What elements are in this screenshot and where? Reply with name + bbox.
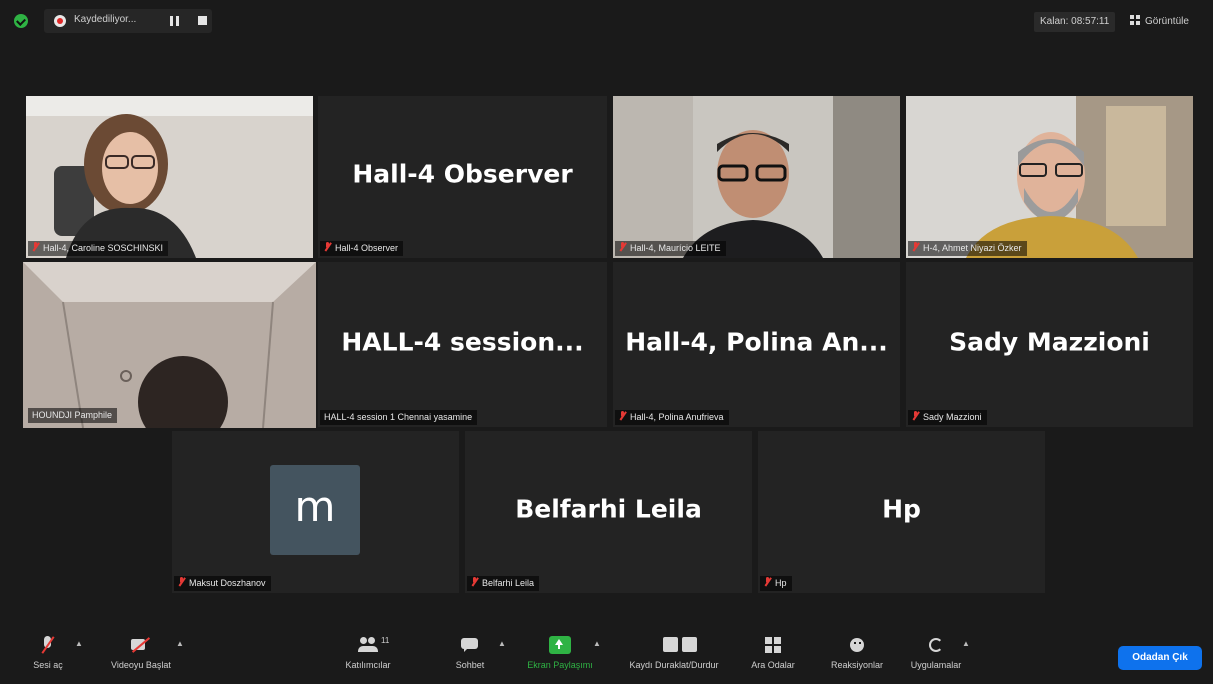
participant-name: HOUNDJI Pamphile — [32, 410, 113, 420]
video-tile[interactable]: HALL-4 session... HALL-4 session 1 Chenn… — [318, 262, 607, 427]
participants-count: 11 — [381, 636, 390, 645]
share-screen-icon — [549, 636, 571, 654]
avatar: m — [270, 465, 360, 555]
participant-name-label: Hall-4, Polina Anufrieva — [615, 410, 729, 425]
apps-icon — [925, 636, 947, 654]
video-tile[interactable]: m Maksut Doszhanov — [172, 431, 459, 593]
video-off-icon — [130, 636, 152, 654]
participant-name: HALL-4 session 1 Chennai yasamine — [324, 412, 473, 422]
participant-name: Belfarhi Leila — [482, 578, 535, 588]
chat-options-chevron-icon[interactable]: ▲ — [498, 639, 506, 648]
audio-options-chevron-icon[interactable]: ▲ — [75, 639, 83, 648]
breakout-rooms-label: Ara Odalar — [751, 660, 795, 670]
video-tile[interactable]: Hall-4, Polina An... Hall-4, Polina Anuf… — [613, 262, 900, 427]
participant-display-name: Hall-4, Polina An... — [625, 327, 888, 357]
participant-name: H-4, Ahmet Niyazi Özker — [923, 243, 1022, 253]
unmute-label: Sesi aç — [33, 660, 63, 670]
stop-recording-icon[interactable] — [198, 16, 207, 25]
chat-label: Sohbet — [455, 660, 485, 670]
video-tile[interactable]: Sady Mazzioni Sady Mazzioni — [906, 262, 1193, 427]
breakout-rooms-icon — [762, 636, 784, 654]
muted-mic-icon — [912, 242, 919, 252]
participant-name-label: HALL-4 session 1 Chennai yasamine — [320, 410, 478, 425]
video-tile-active-speaker[interactable]: HOUNDJI Pamphile — [23, 262, 316, 428]
participant-name-label: Hp — [760, 576, 792, 591]
muted-mic-icon — [178, 577, 185, 587]
meeting-top-bar: Kaydediliyor... Kalan: 08:57:11 Görüntül… — [0, 0, 1213, 42]
muted-microphone-icon — [37, 636, 59, 654]
participant-name-label: Hall-4, Maurício LEITE — [615, 241, 726, 256]
participant-name: Hall-4, Maurício LEITE — [630, 243, 721, 253]
muted-mic-icon — [324, 242, 331, 252]
video-tile[interactable]: Hall-4, Maurício LEITE — [613, 96, 900, 258]
security-shield-icon[interactable] — [14, 14, 28, 28]
participant-display-name: Hp — [882, 494, 921, 524]
chat-icon — [459, 636, 481, 654]
recording-indicator: Kaydediliyor... — [44, 9, 212, 33]
meeting-toolbar: Sesi aç ▲ Videoyu Başlat ▲ 11 Katılımcıl… — [0, 626, 1213, 684]
participant-display-name: Hall-4 Observer — [352, 159, 573, 189]
muted-mic-icon — [619, 411, 626, 421]
recording-label: Kaydediliyor... — [74, 14, 137, 25]
participant-name: Maksut Doszhanov — [189, 578, 266, 588]
muted-mic-icon — [619, 242, 626, 252]
pause-stop-recording-button[interactable]: Kaydı Duraklat/Durdur — [612, 636, 736, 670]
pause-recording-icon[interactable] — [170, 16, 180, 26]
view-button-label: Görüntüle — [1145, 16, 1189, 27]
video-tile[interactable]: Hall-4 Observer Hall-4 Observer — [318, 96, 607, 258]
apps-label: Uygulamalar — [910, 660, 962, 670]
video-tile[interactable]: Hp Hp — [758, 431, 1045, 593]
participants-label: Katılımcılar — [345, 660, 391, 670]
share-screen-label: Ekran Paylaşımı — [527, 660, 593, 670]
view-button[interactable]: Görüntüle — [1130, 12, 1189, 32]
share-screen-button[interactable]: Ekran Paylaşımı — [518, 636, 602, 670]
remaining-time: Kalan: 08:57:11 — [1034, 12, 1116, 32]
grid-view-icon — [1130, 15, 1140, 25]
breakout-rooms-button[interactable]: Ara Odalar — [748, 636, 798, 670]
participant-video — [26, 96, 313, 258]
participant-name-label: HOUNDJI Pamphile — [28, 408, 118, 423]
participant-name: Hall-4 Observer — [335, 243, 399, 253]
participant-name: Hall-4, Polina Anufrieva — [630, 412, 724, 422]
share-options-chevron-icon[interactable]: ▲ — [593, 639, 601, 648]
video-options-chevron-icon[interactable]: ▲ — [176, 639, 184, 648]
participant-display-name: HALL-4 session... — [341, 327, 584, 357]
chat-button[interactable]: Sohbet — [450, 636, 490, 670]
participant-name: Hall-4, Caroline SOSCHINSKI — [43, 243, 164, 253]
unmute-button[interactable]: Sesi aç — [28, 636, 68, 670]
reactions-label: Reaksiyonlar — [830, 660, 884, 670]
participant-name-label: Hall-4, Caroline SOSCHINSKI — [28, 241, 169, 256]
apps-options-chevron-icon[interactable]: ▲ — [962, 639, 970, 648]
start-video-button[interactable]: Videoyu Başlat — [96, 636, 186, 670]
participant-display-name: Belfarhi Leila — [515, 494, 702, 524]
start-video-label: Videoyu Başlat — [111, 660, 171, 670]
participant-display-name: Sady Mazzioni — [949, 327, 1150, 357]
participant-name: Hp — [775, 578, 787, 588]
muted-mic-icon — [912, 411, 919, 421]
reactions-icon — [846, 636, 868, 654]
video-tile[interactable]: Belfarhi Leila Belfarhi Leila — [465, 431, 752, 593]
participant-video — [23, 262, 316, 428]
video-tile[interactable]: H-4, Ahmet Niyazi Özker — [906, 96, 1193, 258]
participant-name-label: H-4, Ahmet Niyazi Özker — [908, 241, 1027, 256]
participant-name-label: Belfarhi Leila — [467, 576, 540, 591]
reactions-button[interactable]: Reaksiyonlar — [822, 636, 892, 670]
participant-name-label: Hall-4 Observer — [320, 241, 404, 256]
pause-stop-recording-icon — [663, 636, 697, 654]
muted-mic-icon — [471, 577, 478, 587]
recording-dot-icon — [54, 15, 66, 27]
muted-mic-icon — [764, 577, 771, 587]
leave-room-button[interactable]: Odadan Çık — [1118, 646, 1202, 670]
participant-video — [906, 96, 1193, 258]
muted-mic-icon — [32, 242, 39, 252]
video-tile[interactable]: Hall-4, Caroline SOSCHINSKI — [26, 96, 313, 258]
participant-video — [613, 96, 900, 258]
participant-name: Sady Mazzioni — [923, 412, 982, 422]
participants-button[interactable]: 11 Katılımcılar — [336, 636, 400, 670]
participant-name-label: Maksut Doszhanov — [174, 576, 271, 591]
pause-stop-recording-label: Kaydı Duraklat/Durdur — [629, 660, 719, 670]
participants-icon: 11 — [357, 636, 389, 654]
participant-name-label: Sady Mazzioni — [908, 410, 987, 425]
